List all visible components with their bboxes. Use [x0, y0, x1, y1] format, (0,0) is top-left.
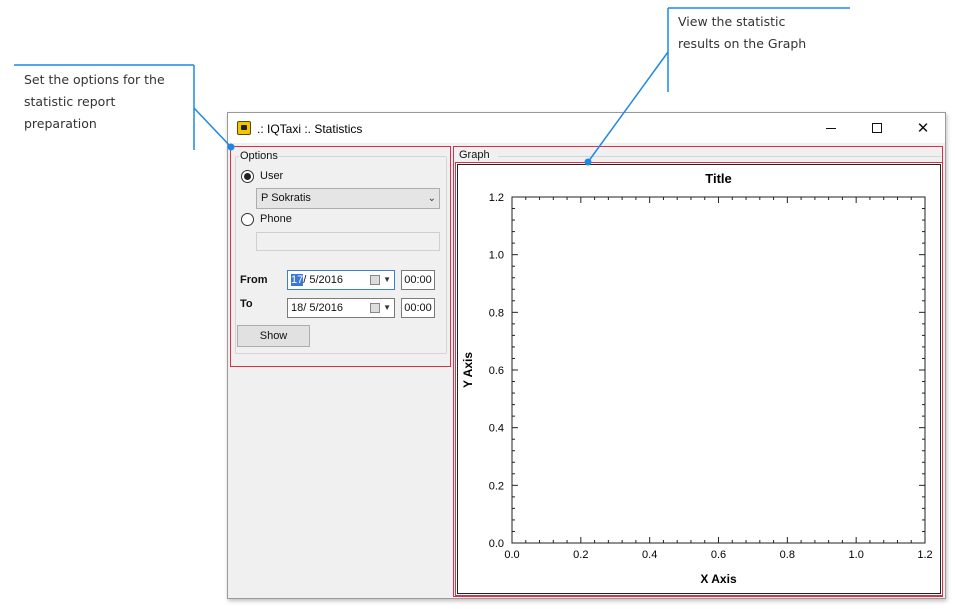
- callout-graph-line-2: results on the Graph: [678, 36, 807, 51]
- to-date-picker[interactable]: 18/ 5/2016 ▼: [287, 298, 395, 318]
- user-select[interactable]: P Sokratis ⌄: [256, 188, 440, 209]
- y-tick-label: 0.4: [489, 423, 504, 435]
- title-bar[interactable]: .: IQTaxi :. Statistics ✕: [228, 113, 945, 143]
- minimize-icon: [826, 127, 836, 129]
- y-tick-label: 0.0: [489, 538, 504, 550]
- callout-options-line-1: Set the options for the: [24, 72, 165, 87]
- graph-panel-label: Graph: [459, 149, 490, 161]
- options-groupbox: Options User P Sokratis ⌄ Phone From 17/…: [235, 150, 447, 354]
- options-group-label: Options: [239, 150, 279, 162]
- callout-options-line-3: preparation: [24, 116, 97, 131]
- x-tick-label: 0.8: [780, 549, 795, 561]
- user-radio-label[interactable]: User: [260, 170, 283, 182]
- x-tick-label: 0.4: [642, 549, 657, 561]
- from-label: From: [240, 274, 268, 286]
- callout-graph-line-1: View the statistic: [678, 14, 786, 29]
- phone-input[interactable]: [256, 232, 440, 251]
- phone-radio-label[interactable]: Phone: [260, 213, 292, 225]
- x-tick-label: 0.0: [504, 549, 519, 561]
- chart-title: Title: [705, 171, 732, 186]
- to-label: To: [240, 298, 253, 310]
- graph-frame: Title X Axis Y Axis 0.0 0.0 0.2 0.2 0.4 0.4 0.6 0.…: [455, 162, 943, 596]
- plot-area: [511, 196, 926, 544]
- phone-radio[interactable]: [241, 213, 254, 226]
- options-panel: Options User P Sokratis ⌄ Phone From 17/…: [230, 146, 451, 367]
- user-select-value: P Sokratis: [261, 192, 311, 204]
- window-title: .: IQTaxi :. Statistics: [257, 122, 363, 136]
- maximize-icon: [872, 123, 882, 133]
- close-button[interactable]: ✕: [900, 113, 946, 143]
- callout-graph: View the statistic results on the Graph: [678, 11, 858, 55]
- minimize-button[interactable]: [808, 113, 854, 143]
- y-tick-label: 0.8: [489, 307, 504, 319]
- chart: Title X Axis Y Axis 0.00.0 0.2 0.2 0.4 0.4 0.6 0.…: [461, 171, 933, 586]
- calendar-icon: [370, 303, 380, 313]
- to-date-value: 18/ 5/2016: [291, 302, 343, 314]
- x-tick-label: 0.6: [711, 549, 726, 561]
- y-tick-label: 0.2: [489, 480, 504, 492]
- from-date-day: 17: [291, 274, 304, 286]
- callout-options-leader: [193, 107, 232, 148]
- show-button[interactable]: Show: [237, 325, 310, 347]
- chevron-down-icon: ⌄: [427, 193, 436, 204]
- chevron-down-icon: ▼: [383, 275, 391, 284]
- y-axis-title: Y Axis: [461, 352, 475, 388]
- from-time-input[interactable]: 00:00: [401, 270, 435, 290]
- x-tick-label: 0.2: [573, 549, 588, 561]
- x-axis-title: X Axis: [700, 572, 737, 586]
- statistics-window: .: IQTaxi :. Statistics ✕ Options User P…: [227, 112, 946, 599]
- calendar-icon: [370, 275, 380, 285]
- to-time-input[interactable]: 00:00: [401, 298, 435, 318]
- from-date-picker[interactable]: 17/ 5/2016 ▼: [287, 270, 395, 290]
- y-tick-label: 1.2: [489, 192, 504, 204]
- callout-options: Set the options for the statistic report…: [24, 69, 194, 135]
- graph-header-divider: [498, 156, 941, 157]
- close-icon: ✕: [916, 120, 930, 137]
- chevron-down-icon: ▼: [383, 303, 391, 312]
- taxi-app-icon: [237, 121, 251, 135]
- callout-options-line-2: statistic report: [24, 94, 116, 109]
- graph-canvas: Title X Axis Y Axis 0.0 0.0 0.2 0.2 0.4 0.4 0.6 0.…: [457, 164, 941, 594]
- y-tick-label: 1.0: [489, 250, 504, 262]
- x-tick-label: 1.2: [917, 549, 932, 561]
- user-radio[interactable]: [241, 170, 254, 183]
- from-date-rest: / 5/2016: [303, 274, 344, 286]
- x-tick-label: 1.0: [849, 549, 864, 561]
- y-tick-label: 0.6: [489, 365, 504, 377]
- maximize-button[interactable]: [854, 113, 900, 143]
